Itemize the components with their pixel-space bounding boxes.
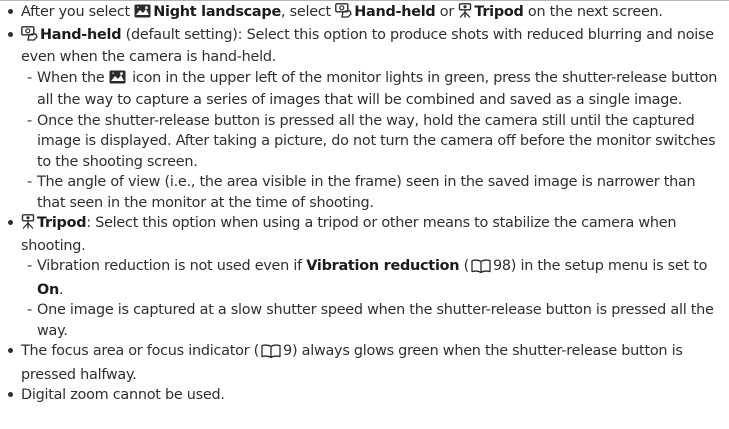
tripod-label: Tripod — [474, 4, 524, 20]
tripod-icon — [458, 3, 472, 25]
vibration-reduction-label: Vibration reduction — [306, 258, 460, 274]
hand-held-label: Hand-held — [40, 26, 122, 43]
bullet-select-mode: After you select Night landscape, select… — [6, 2, 724, 25]
sub-item-slow-shutter: - One image is captured at a slow shutte… — [6, 300, 724, 341]
text: on the next screen. — [523, 4, 663, 20]
dash: - — [27, 258, 32, 274]
text: The focus area or focus indicator ( — [21, 343, 260, 359]
text: or — [435, 4, 459, 20]
sub-item-green-indicator: - When the icon in the upper left of the… — [6, 68, 724, 111]
text: The angle of view (i.e., the area visibl… — [37, 174, 696, 211]
bullet-tripod: Tripod: Select this option when using a … — [6, 213, 724, 256]
hand-held-label: Hand-held — [354, 4, 436, 20]
text: , select — [280, 4, 336, 20]
text: ( — [459, 258, 470, 274]
text: icon in the upper left of the monitor li… — [37, 69, 718, 109]
dash: - — [27, 174, 32, 190]
bullet-digital-zoom: Digital zoom cannot be used. — [6, 385, 724, 406]
hand-held-icon — [335, 3, 352, 25]
text: One image is captured at a slow shutter … — [37, 302, 714, 339]
night-landscape-scene-icon — [134, 4, 151, 25]
tripod-label: Tripod — [37, 215, 87, 231]
sub-item-vibration-reduction: - Vibration reduction is not used even i… — [6, 256, 724, 300]
text: (default setting): Select this option to… — [21, 26, 714, 66]
bullet-hand-held: Hand-held (default setting): Select this… — [6, 25, 724, 68]
text: : Select this option when using a tripod… — [21, 215, 677, 254]
manual-notes: After you select Night landscape, select… — [6, 2, 724, 406]
dash: - — [27, 302, 32, 318]
text: When the — [37, 69, 109, 86]
dash: - — [27, 69, 32, 86]
page-reference[interactable]: 9 — [283, 343, 292, 359]
text: Digital zoom cannot be used. — [21, 387, 225, 403]
sub-item-angle-of-view: - The angle of view (i.e., the area visi… — [6, 172, 724, 213]
night-landscape-label: Night landscape — [153, 4, 281, 20]
bullet-dot — [8, 348, 13, 353]
bullet-dot — [8, 9, 13, 14]
tripod-icon — [21, 214, 35, 236]
night-landscape-scene-icon — [109, 70, 126, 91]
bullet-dot — [8, 392, 13, 397]
dash: - — [27, 112, 32, 129]
text: . — [58, 281, 64, 298]
book-reference-icon — [261, 344, 281, 365]
top-rule — [0, 0, 729, 1]
text: After you select — [21, 4, 135, 20]
on-setting-label: On — [37, 281, 59, 298]
bullet-dot — [8, 220, 13, 225]
text: Once the shutter-release button is press… — [37, 112, 716, 170]
text: ) in the setup menu is set to — [510, 258, 708, 274]
bullet-dot — [8, 31, 13, 37]
bullet-focus-area: The focus area or focus indicator (9) al… — [6, 341, 724, 385]
text: Vibration reduction is not used even if — [37, 258, 307, 274]
page-reference[interactable]: 98 — [493, 258, 511, 274]
book-reference-icon — [471, 259, 491, 280]
sub-item-hold-still: - Once the shutter-release button is pre… — [6, 111, 724, 173]
hand-held-icon — [21, 25, 38, 48]
